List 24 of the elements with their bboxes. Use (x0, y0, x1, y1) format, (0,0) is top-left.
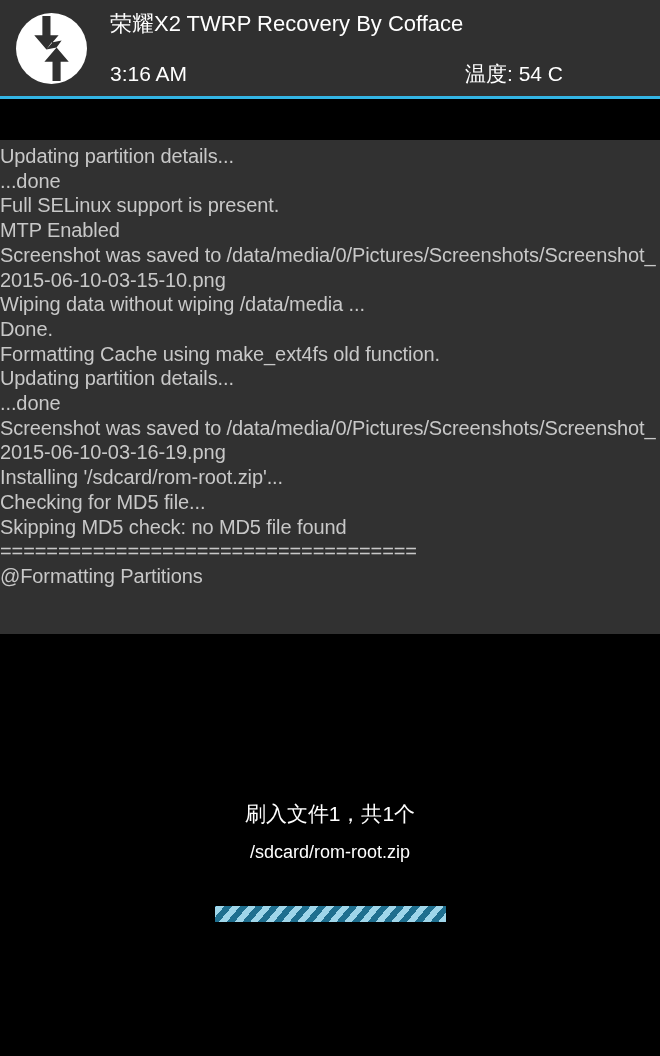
console-line: ...done (0, 391, 61, 416)
app-title: 荣耀X2 TWRP Recovery By Cofface (110, 11, 464, 37)
logo-icon (16, 12, 87, 84)
console-line: 2015-06-10-03-15-10.png (0, 267, 226, 293)
console-line: ==================================== (0, 539, 417, 564)
console-line: MTP Enabled (0, 218, 120, 243)
clock-time: 3:16 AM (110, 61, 189, 87)
console-line: Checking for MD5 file... (0, 489, 206, 515)
console-line: Updating partition details... (0, 366, 234, 392)
console-line: ...done (0, 168, 61, 194)
console-line: Skipping MD5 check: no MD5 file found (0, 514, 347, 540)
file-path: /sdcard/rom-root.zip (249, 841, 411, 864)
console-line: Wiping data without wiping /data/media ... (0, 292, 365, 317)
install-status: 刷入文件1，共1个 (244, 801, 416, 827)
console-line: @Formatting Partitions (0, 563, 203, 589)
console-line: Done. (0, 316, 53, 342)
console-line: Updating partition details... (0, 144, 234, 169)
console-line: Screenshot was saved to /data/media/0/Pictures/Screenshots/Screenshot_ (0, 415, 656, 441)
console-line: Full SELinux support is present. (0, 193, 280, 219)
temperature-reading: 温度: 54 C (465, 61, 564, 87)
console-line: Screenshot was saved to /data/media/0/Pictures/Screenshots/Screenshot_ (0, 242, 656, 268)
console-line: 2015-06-10-03-16-19.png (0, 440, 226, 466)
console-line: Installing '/sdcard/rom-root.zip'... (0, 465, 284, 490)
console-line: Formatting Cache using make_ext4fs old function. (0, 341, 440, 367)
